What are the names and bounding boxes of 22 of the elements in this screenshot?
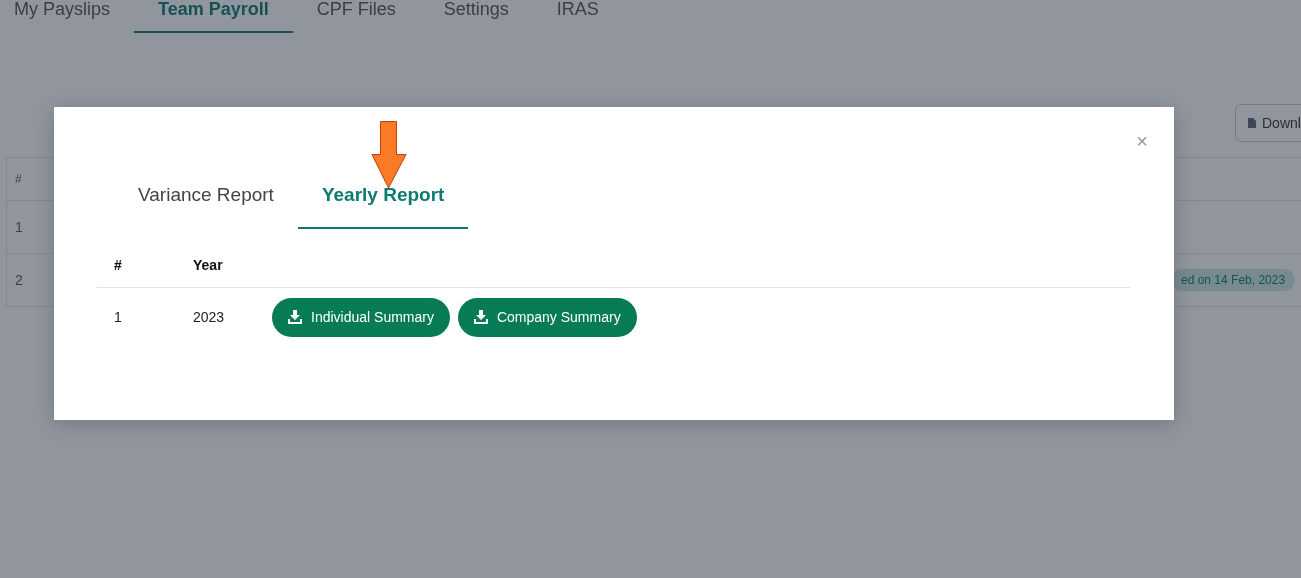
- table-cell-text: 2: [14, 272, 24, 288]
- column-header: #: [113, 257, 123, 273]
- report-tab[interactable]: Variance Report: [114, 163, 298, 229]
- table-cell-text: 1: [113, 309, 123, 325]
- download-icon: [473, 310, 488, 324]
- file-icon: [1248, 118, 1256, 128]
- nav-tab[interactable]: CPF Files: [292, 0, 420, 33]
- arrow-annotation: [371, 121, 407, 189]
- nav-tab[interactable]: My Payslips: [14, 0, 135, 33]
- nav-tab[interactable]: Settings: [419, 0, 533, 33]
- download-button[interactable]: Company Summary: [457, 297, 637, 337]
- download-button[interactable]: Downl: [1235, 104, 1301, 142]
- download-button[interactable]: Individual Summary: [272, 297, 450, 337]
- column-header: Year: [193, 257, 224, 273]
- table-cell-text: 1: [14, 219, 24, 235]
- table-cell-text: 2023: [193, 309, 226, 325]
- table-header: #: [14, 172, 23, 186]
- nav-tab[interactable]: IRAS: [532, 0, 623, 33]
- close-button[interactable]: ×: [1136, 131, 1148, 151]
- nav-tab[interactable]: Team Payroll: [134, 0, 293, 33]
- download-icon: [288, 310, 302, 324]
- status-badge: ed on 14 Feb, 2023: [1171, 269, 1296, 291]
